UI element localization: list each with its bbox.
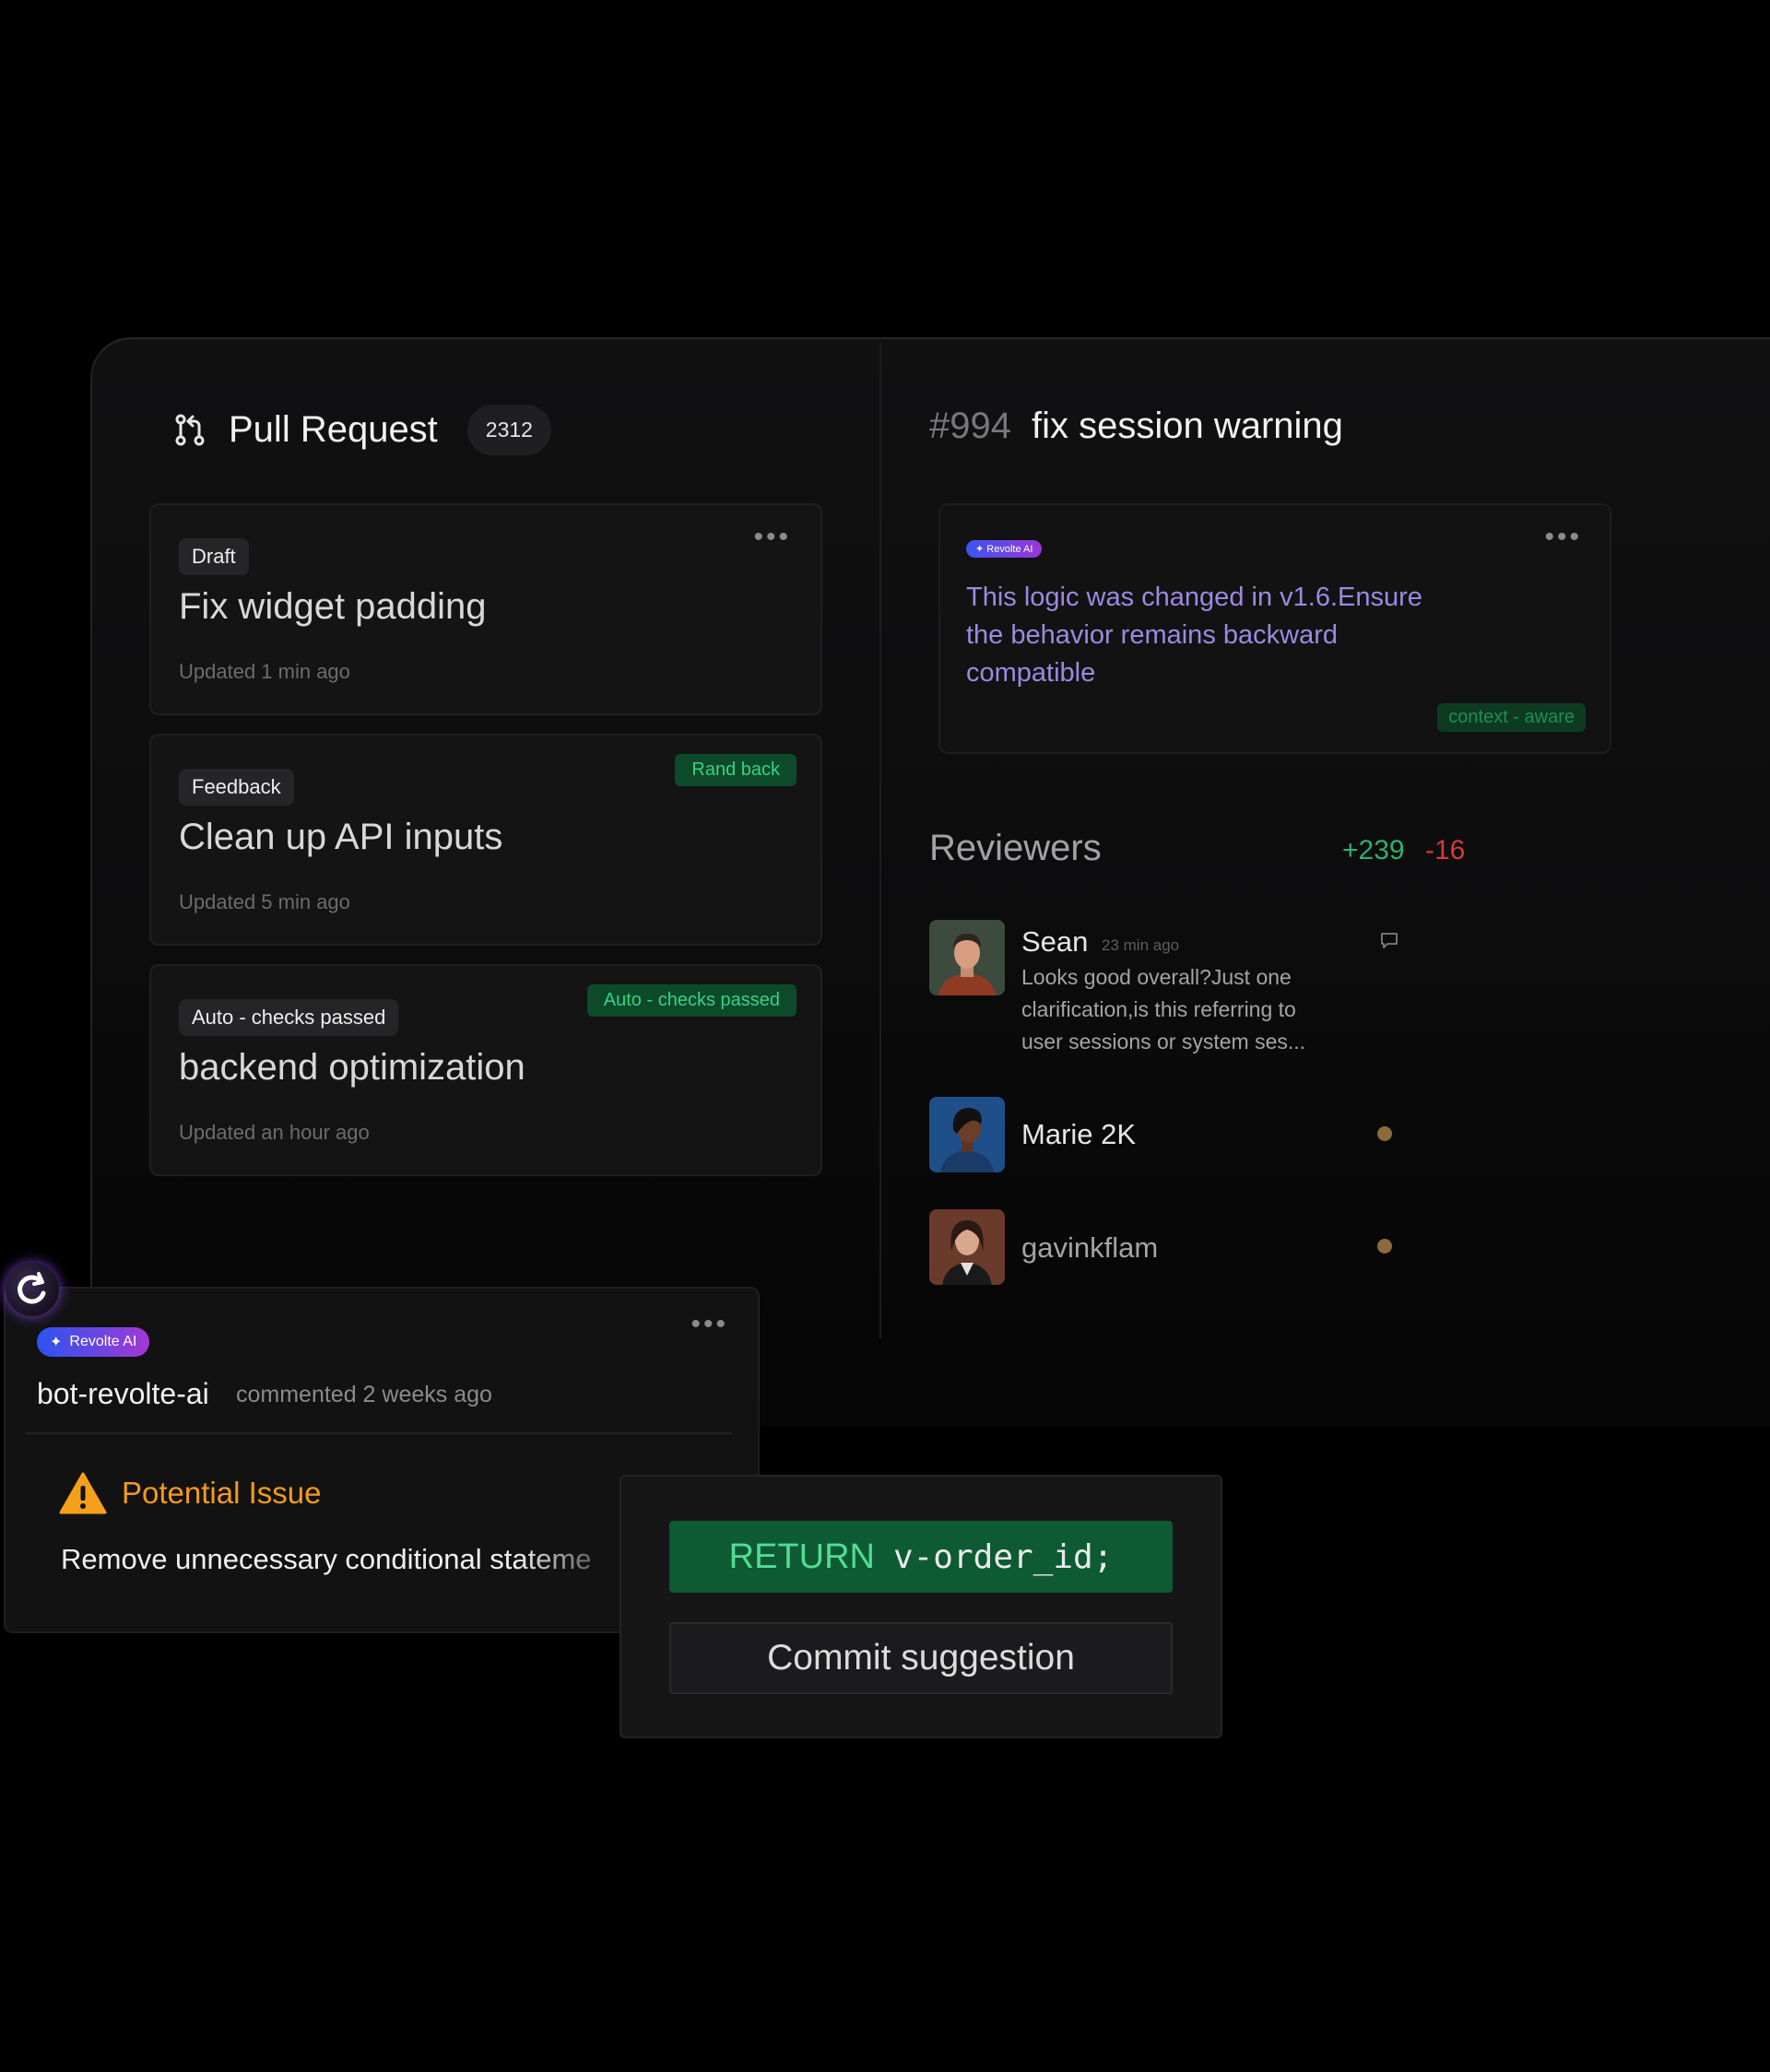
pr-status-badge: Rand back <box>675 754 796 786</box>
pr-list-title: Pull Request <box>229 408 438 450</box>
warning-icon <box>59 1472 107 1514</box>
ai-badge: ✦ Revolte AI <box>37 1327 150 1357</box>
pr-tag: Feedback <box>179 769 294 806</box>
context-badge: context - aware <box>1437 703 1586 732</box>
pr-card[interactable]: Auto - checks passed Auto - checks passe… <box>149 964 822 1176</box>
pr-card[interactable]: Rand back Feedback Clean up API inputs U… <box>149 734 822 946</box>
avatar[interactable] <box>929 1097 1005 1172</box>
bot-author[interactable]: bot-revolte-ai <box>37 1377 209 1411</box>
pr-title[interactable]: Fix widget padding <box>179 586 487 628</box>
issue-text: Remove unnecessary conditional stateme <box>61 1543 592 1575</box>
reviewer-name[interactable]: gavinkflam <box>1021 1231 1158 1265</box>
comment-icon[interactable] <box>1379 931 1399 951</box>
commit-suggestion-button[interactable]: Commit suggestion <box>669 1622 1173 1694</box>
reviewer-name[interactable]: Sean <box>1021 925 1088 959</box>
additions-count: +239 <box>1342 835 1405 865</box>
reviewer-comment: Looks good overall?Just one clarificatio… <box>1021 965 1306 1054</box>
pr-tag: Auto - checks passed <box>179 999 399 1036</box>
reviewers-title: Reviewers <box>929 828 1102 868</box>
suggestion-card <box>620 1475 1222 1738</box>
code-suggestion: RETURN v-order_id; <box>669 1521 1173 1593</box>
pr-updated-time: Updated 1 min ago <box>179 660 350 683</box>
pr-name: fix session warning <box>1031 406 1343 446</box>
pr-tag: Draft <box>179 538 249 575</box>
reviewer-name[interactable]: Marie 2K <box>1021 1118 1136 1151</box>
status-dot <box>1377 1126 1392 1141</box>
status-dot <box>1377 1239 1392 1254</box>
ai-badge-label: Revolte AI <box>986 544 1033 555</box>
pr-detail-title: #994 fix session warning <box>929 406 1343 447</box>
pull-request-icon <box>175 414 205 446</box>
code-keyword: RETURN <box>728 1536 875 1576</box>
pr-title[interactable]: backend optimization <box>179 1047 525 1089</box>
more-icon[interactable]: ••• <box>1544 524 1582 551</box>
more-icon[interactable]: ••• <box>690 1311 728 1338</box>
pr-count-badge: 2312 <box>466 404 551 455</box>
column-divider <box>879 343 881 1338</box>
more-icon[interactable]: ••• <box>753 524 791 551</box>
divider <box>26 1432 732 1434</box>
avatar[interactable] <box>929 920 1005 995</box>
revolte-logo-icon <box>6 1263 59 1316</box>
code-value: v-order_id; <box>892 1537 1114 1576</box>
ai-comment-card: ••• ✦ Revolte AI This logic was changed … <box>938 503 1611 754</box>
pr-status-badge: Auto - checks passed <box>586 984 796 1017</box>
ai-badge: ✦ Revolte AI <box>966 540 1043 558</box>
pr-updated-time: Updated an hour ago <box>179 1121 370 1144</box>
pr-updated-time: Updated 5 min ago <box>179 890 350 913</box>
pr-number: #994 <box>929 406 1011 446</box>
bot-comment-meta: commented 2 weeks ago <box>236 1382 492 1407</box>
ai-badge-label: Revolte AI <box>69 1334 137 1349</box>
deletions-count: -16 <box>1425 835 1466 865</box>
reviewer-time: 23 min ago <box>1102 936 1180 954</box>
avatar[interactable] <box>929 1209 1005 1285</box>
issue-label: Potential Issue <box>122 1476 322 1510</box>
pr-list-header: Pull Request 2312 <box>171 402 551 457</box>
pr-title[interactable]: Clean up API inputs <box>179 817 502 858</box>
sparkle-icon: ✦ <box>50 1335 63 1350</box>
pr-card[interactable]: ••• Draft Fix widget padding Updated 1 m… <box>149 503 822 715</box>
ai-comment-text: This logic was changed in v1.6.Ensure th… <box>966 583 1422 688</box>
